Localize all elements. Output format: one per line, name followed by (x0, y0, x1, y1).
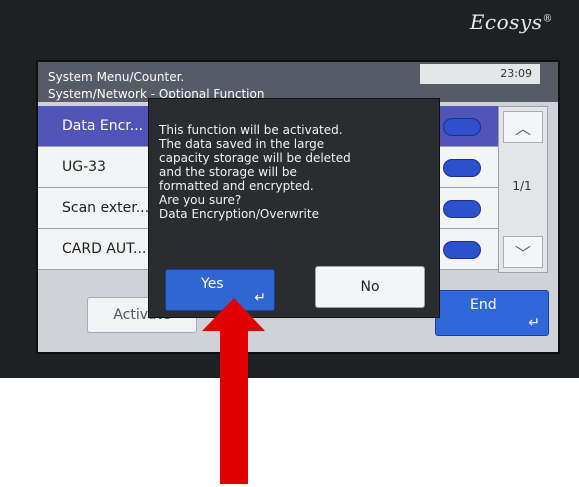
arrow-shaft (220, 330, 248, 484)
annotation-arrow-icon (202, 298, 265, 484)
arrow-head (202, 298, 265, 331)
